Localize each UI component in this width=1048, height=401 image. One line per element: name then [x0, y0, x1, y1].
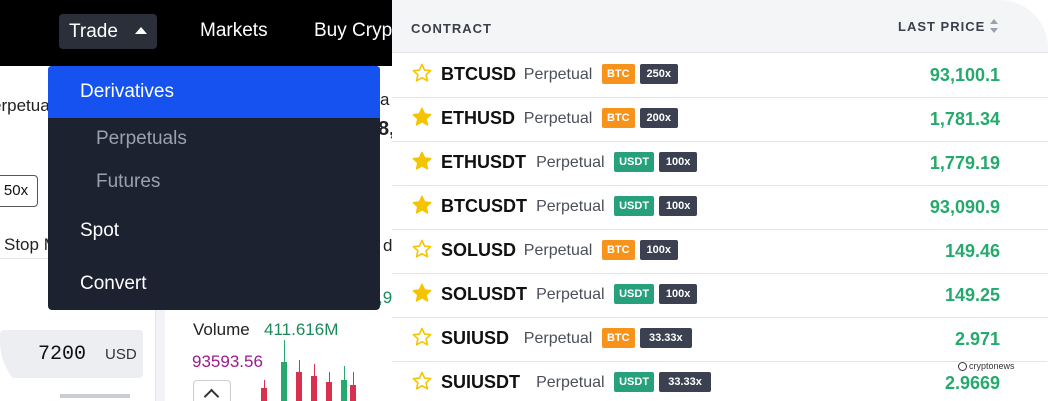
contract-symbol: SUIUSDT — [441, 372, 521, 392]
contract-type: Perpetual — [536, 198, 605, 215]
watermark-text: cryptonews — [969, 361, 1015, 371]
star-icon[interactable] — [412, 107, 432, 127]
leverage-slider[interactable] — [60, 394, 130, 398]
sort-arrows-icon[interactable] — [990, 19, 998, 37]
leverage-badge: 100x — [659, 284, 698, 304]
top-navigation: Trade Markets Buy Cryp — [0, 0, 392, 66]
last-price: 149.46 — [944, 241, 1000, 261]
menu-item-spot[interactable]: Spot — [48, 220, 380, 242]
leverage-badge: 100x — [639, 240, 678, 260]
contract-symbol: SOLUSD — [441, 240, 517, 260]
table-row[interactable]: SOLUSD Perpetual BTC 100x 149.46 — [392, 229, 1048, 274]
chart-price-marker: 93593.56 — [192, 352, 263, 371]
volume-label: Volume — [193, 320, 250, 339]
contract-symbol: SOLUSDT — [441, 284, 528, 304]
settlement-badge: USDT — [614, 372, 655, 392]
contract-symbol: BTCUSDT — [441, 196, 527, 216]
contract-symbol: ETHUSD — [441, 108, 516, 128]
last-price: 93,100.1 — [929, 65, 1000, 85]
leverage-badge: 250x — [639, 64, 678, 84]
leverage-selector[interactable]: 50x — [0, 175, 38, 207]
settlement-badge: BTC — [601, 64, 635, 84]
chart-text-fragment: d — [383, 236, 392, 255]
price-input-unit: USD — [105, 346, 137, 363]
candle-body — [350, 385, 356, 401]
star-icon[interactable] — [412, 195, 432, 215]
caret-up-icon — [135, 27, 147, 34]
nav-trade-label: Trade — [69, 21, 118, 42]
settlement-badge: BTC — [601, 240, 635, 260]
chart-price-fragment: 8, — [378, 118, 392, 140]
table-row[interactable]: SUIUSD Perpetual BTC 33.33x 2.971 — [392, 317, 1048, 362]
star-icon[interactable] — [412, 283, 432, 303]
star-icon[interactable] — [412, 151, 432, 171]
candle-body — [326, 382, 332, 401]
leverage-badge: 100x — [659, 196, 698, 216]
contract-symbol: BTCUSD — [441, 64, 516, 84]
settlement-badge: USDT — [614, 196, 655, 216]
table-row[interactable]: BTCUSDT Perpetual USDT 100x 93,090.9 — [392, 185, 1048, 230]
star-icon[interactable] — [412, 327, 432, 347]
contract-symbol: ETHUSDT — [441, 152, 526, 172]
table-row[interactable]: ETHUSD Perpetual BTC 200x 1,781.34 — [392, 97, 1048, 142]
column-header-last-price[interactable]: LAST PRICE — [898, 19, 985, 34]
trade-dropdown-menu: Derivatives Perpetuals Futures Spot Conv… — [48, 66, 380, 310]
last-price: 2.9669 — [944, 373, 1000, 393]
column-header-contract: CONTRACT — [411, 21, 492, 36]
table-row[interactable]: SOLUSDT Perpetual USDT 100x 149.25 — [392, 273, 1048, 318]
last-price: 1,781.34 — [929, 109, 1000, 129]
star-icon[interactable] — [412, 63, 432, 83]
contract-type: Perpetual — [523, 330, 593, 347]
nav-buy-crypto[interactable]: Buy Cryp — [314, 20, 392, 42]
leverage-badge: 200x — [639, 108, 678, 128]
menu-item-derivatives[interactable]: Derivatives — [48, 66, 380, 118]
table-row[interactable]: ETHUSDT Perpetual USDT 100x 1,779.19 — [392, 141, 1048, 186]
chart-text-fragment: a — [380, 90, 390, 109]
menu-item-convert[interactable]: Convert — [48, 273, 380, 295]
leverage-badge: 33.33x — [659, 372, 712, 392]
last-price: 149.25 — [944, 285, 1000, 305]
leverage-badge: 100x — [659, 152, 698, 172]
candle-body — [311, 376, 317, 401]
nav-markets[interactable]: Markets — [200, 20, 268, 42]
contract-symbol: SUIUSD — [441, 328, 510, 348]
contract-type: Perpetual — [536, 374, 605, 391]
settlement-badge: BTC — [601, 328, 635, 348]
candle-body — [261, 388, 267, 401]
contract-list-header: CONTRACT LAST PRICE — [392, 0, 1048, 53]
price-input-value: 7200 — [38, 343, 87, 366]
exchange-trade-panel: erpetua 50x Stop M 7200 USD a 8, d ,9 Vo… — [0, 0, 392, 401]
scroll-up-button[interactable] — [193, 380, 231, 401]
settlement-badge: BTC — [601, 108, 635, 128]
volume-value: 411.616M — [264, 320, 339, 339]
star-icon[interactable] — [412, 371, 432, 391]
candle-body — [341, 380, 347, 401]
watermark: cryptonews — [958, 361, 1015, 372]
table-row[interactable]: SUIUSDT Perpetual USDT 33.33x 2.9669 — [392, 361, 1048, 401]
candle-body — [281, 362, 287, 401]
contract-type: Perpetual — [536, 154, 605, 171]
nav-trade-menu[interactable]: Trade — [59, 14, 157, 49]
settlement-badge: USDT — [614, 284, 655, 304]
menu-item-perpetuals[interactable]: Perpetuals — [48, 128, 380, 150]
last-price: 1,779.19 — [929, 153, 1000, 173]
contract-list: CONTRACT LAST PRICE BTCUSD Perpetual BTC 25… — [392, 0, 1048, 401]
chevron-up-icon — [203, 388, 220, 401]
contract-type: Perpetual — [523, 110, 593, 127]
table-row[interactable]: BTCUSD Perpetual BTC 250x 93,100.1 — [392, 53, 1048, 98]
settlement-badge: USDT — [614, 152, 655, 172]
contract-type: Perpetual — [523, 242, 593, 259]
contract-type: Perpetual — [536, 286, 605, 303]
watermark-logo-icon — [958, 362, 967, 372]
perpetual-label-fragment: erpetua — [0, 96, 50, 115]
star-icon[interactable] — [412, 239, 432, 259]
menu-item-futures[interactable]: Futures — [48, 171, 380, 193]
last-price: 2.971 — [954, 329, 1000, 349]
leverage-badge: 33.33x — [639, 328, 692, 348]
last-price: 93,090.9 — [929, 197, 1000, 217]
candle-body — [296, 372, 302, 401]
contract-type: Perpetual — [523, 66, 593, 83]
chart-value-fragment: ,9 — [378, 288, 392, 307]
